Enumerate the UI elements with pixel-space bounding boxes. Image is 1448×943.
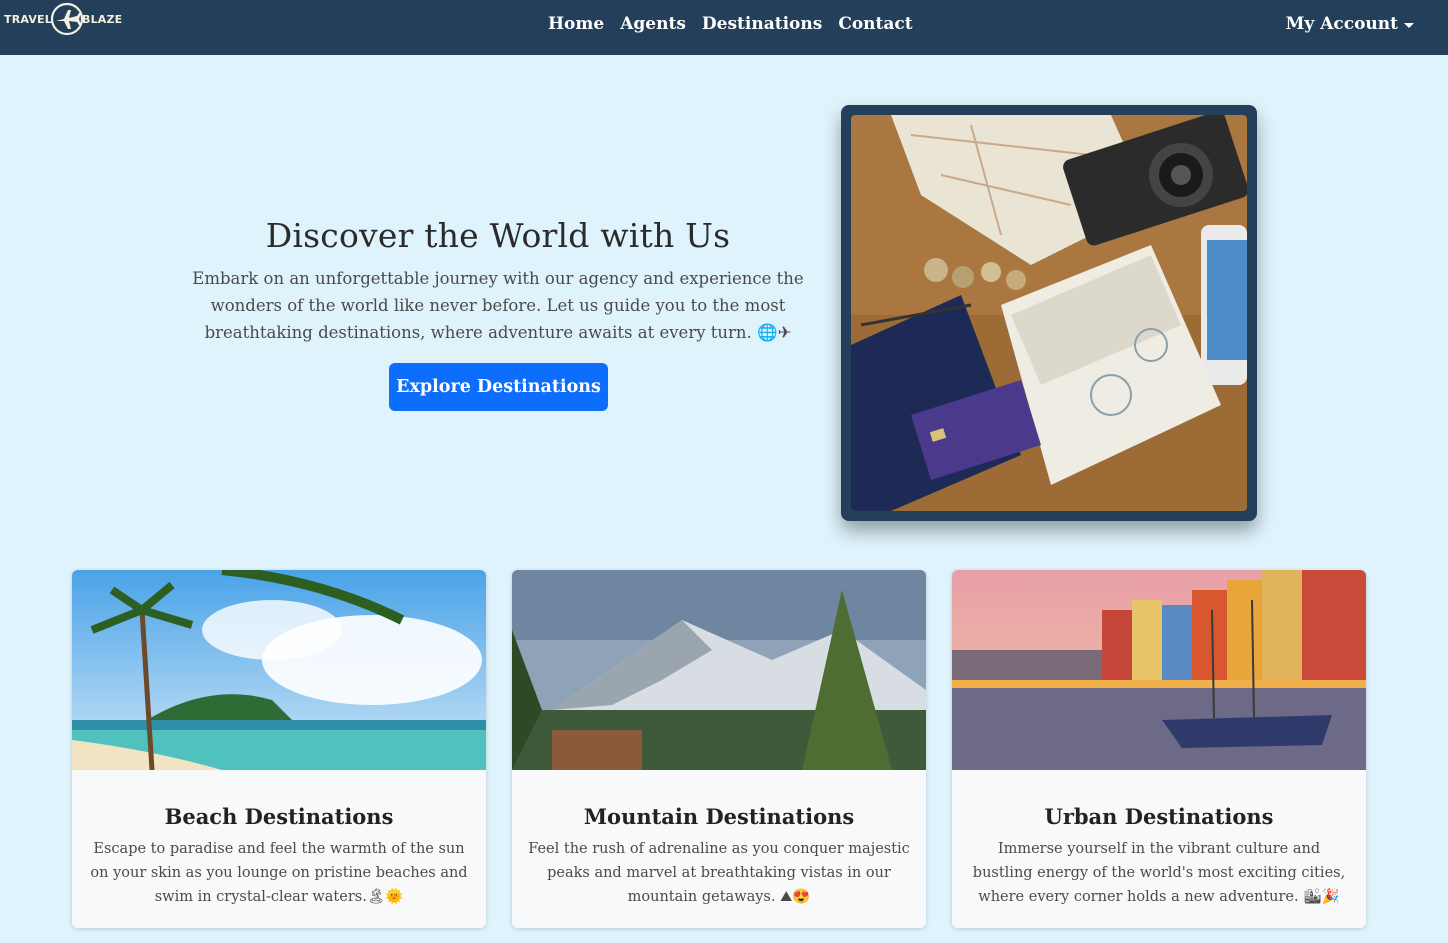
card-urban[interactable]: Urban Destinations Immerse yourself in t… — [952, 570, 1366, 928]
hero-image-frame — [841, 105, 1257, 521]
explore-destinations-button[interactable]: Explore Destinations — [389, 363, 608, 411]
beach-image — [72, 570, 486, 770]
my-account-dropdown[interactable]: My Account — [1286, 0, 1414, 48]
hero-text: Discover the World with Us Embark on an … — [190, 216, 806, 346]
card-title: Mountain Destinations — [583, 804, 855, 829]
card-text: Escape to paradise and feel the warmth o… — [90, 841, 468, 905]
urban-image — [952, 570, 1366, 770]
airplane-icon — [50, 2, 84, 36]
nav-destinations[interactable]: Destinations — [694, 14, 830, 34]
card-title: Urban Destinations — [1044, 804, 1274, 829]
brand-text-left: TRAVEL — [4, 12, 52, 26]
hero-title: Discover the World with Us — [265, 216, 731, 255]
nav-contact[interactable]: Contact — [830, 14, 920, 34]
card-text: Feel the rush of adrenaline as you conqu… — [528, 841, 910, 905]
main-nav: Home Agents Destinations Contact — [540, 0, 921, 48]
hero-description: Embark on an unforgettable journey with … — [192, 269, 804, 342]
card-title: Beach Destinations — [164, 804, 394, 829]
nav-home[interactable]: Home — [540, 14, 612, 34]
my-account-label: My Account — [1285, 14, 1398, 34]
card-text: Immerse yourself in the vibrant culture … — [972, 841, 1346, 905]
card-beach[interactable]: Beach Destinations Escape to paradise an… — [72, 570, 486, 928]
caret-down-icon — [1404, 22, 1414, 28]
nav-agents[interactable]: Agents — [612, 14, 694, 34]
hero-travel-image — [851, 115, 1247, 511]
brand-logo[interactable]: TRAVEL BLAZE — [4, 2, 122, 36]
brand-text-right: BLAZE — [81, 12, 123, 26]
card-mountain[interactable]: Mountain Destinations Feel the rush of a… — [512, 570, 926, 928]
mountain-image — [512, 570, 926, 770]
navbar: TRAVEL BLAZE Home Agents Destinations Co… — [0, 0, 1448, 55]
